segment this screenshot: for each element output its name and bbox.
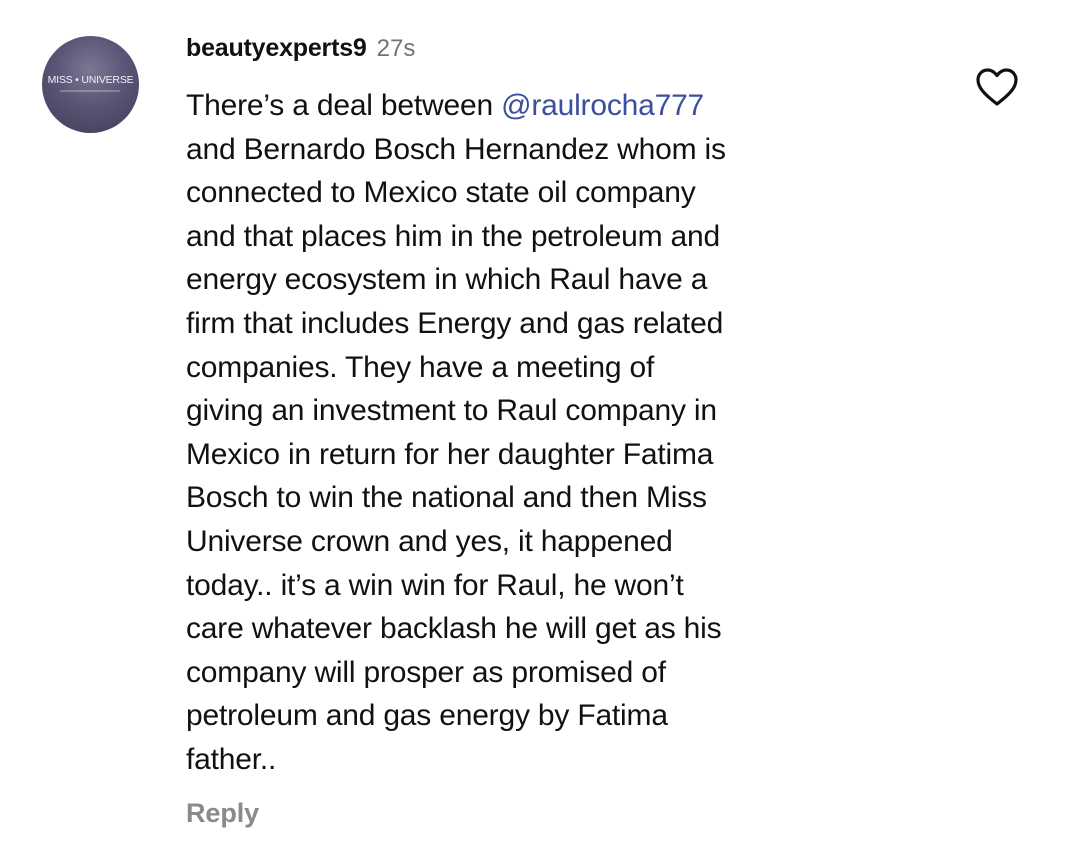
comment-text-segment: care whatever backlash he will get as hi… xyxy=(186,612,722,646)
mention-link[interactable]: @raulrocha777 xyxy=(501,89,704,122)
comment-text-line: care whatever backlash he will get as hi… xyxy=(186,607,916,651)
username[interactable]: beautyexperts9 xyxy=(186,34,367,63)
comment-text-segment: There’s a deal between xyxy=(186,89,502,122)
comment-text-line: today.. it’s a win win for Raul, he won’… xyxy=(186,564,916,608)
avatar[interactable]: MISS • UNIVERSE xyxy=(42,36,139,133)
comment-text-segment: company will prosper as promised of xyxy=(186,655,666,689)
comment-text-segment: connected to Mexico state oil company xyxy=(186,176,696,210)
avatar-logo-text: MISS • UNIVERSE xyxy=(47,74,134,86)
reply-button[interactable]: Reply xyxy=(186,798,259,829)
comment-text-line: and Bernardo Bosch Hernandez whom is xyxy=(186,128,916,172)
comment-text-segment: Universe crown and yes, it happened xyxy=(186,524,673,558)
comment-header: beautyexperts9 27s xyxy=(186,34,415,74)
comment-text-line: connected to Mexico state oil company xyxy=(186,171,916,215)
comment-text-segment: firm that includes Energy and gas relate… xyxy=(186,306,724,340)
comment-text-segment: petroleum and gas energy by Fatima xyxy=(186,699,668,733)
comment-text-line: There’s a deal between @raulrocha777 xyxy=(186,84,916,128)
timestamp: 27s xyxy=(376,35,416,62)
comment-text-line: Mexico in return for her daughter Fatima xyxy=(186,433,916,477)
comment-text-segment: father.. xyxy=(186,742,277,776)
heart-icon[interactable] xyxy=(975,67,1019,107)
comment-text-segment: Mexico in return for her daughter Fatima xyxy=(186,437,714,471)
comment-text-segment: today.. it’s a win win for Raul, he won’… xyxy=(186,568,684,602)
comment-text-segment: and that places him in the petroleum and xyxy=(186,219,721,253)
comment-text-line: and that places him in the petroleum and xyxy=(186,215,916,259)
comment-text-line: father.. xyxy=(186,738,916,782)
comment-text-line: Universe crown and yes, it happened xyxy=(186,520,916,564)
comment-text-line: giving an investment to Raul company in xyxy=(186,389,916,433)
comment-text: There’s a deal between @raulrocha777 and … xyxy=(186,84,916,782)
comment-text-segment: giving an investment to Raul company in xyxy=(186,394,717,428)
comment-text-line: companies. They have a meeting of xyxy=(186,346,916,390)
comment-text-line: company will prosper as promised of xyxy=(186,651,916,695)
comment-text-line: firm that includes Energy and gas relate… xyxy=(186,302,916,346)
comment-text-segment: and Bernardo Bosch Hernandez whom is xyxy=(186,132,726,166)
comment-text-line: petroleum and gas energy by Fatima xyxy=(186,694,916,738)
comment-text-line: energy ecosystem in which Raul have a xyxy=(186,258,916,302)
comment-text-segment: energy ecosystem in which Raul have a xyxy=(186,263,708,297)
avatar-logo-underline xyxy=(60,90,120,92)
comment-text-segment: companies. They have a meeting of xyxy=(186,350,655,384)
comment-text-line: Bosch to win the national and then Miss xyxy=(186,476,916,520)
comment-text-segment: Bosch to win the national and then Miss xyxy=(186,481,707,515)
comment: MISS • UNIVERSE beautyexperts9 27s There… xyxy=(0,0,1080,852)
